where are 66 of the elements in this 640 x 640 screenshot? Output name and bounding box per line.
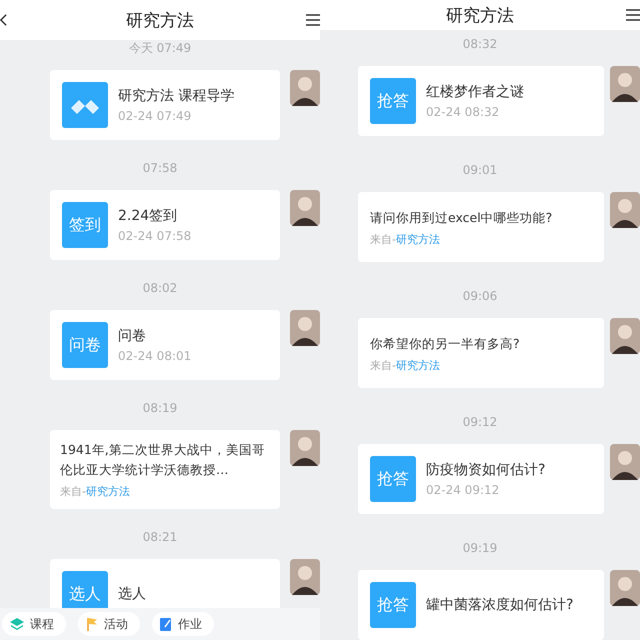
activity-date: 02-24 07:58: [118, 229, 192, 243]
activity-card[interactable]: 抢答 红楼梦作者之谜 02-24 08:32: [358, 66, 604, 136]
activity-title: 罐中菌落浓度如何估计?: [426, 596, 574, 614]
activity-card[interactable]: 问卷 问卷 02-24 08:01: [50, 310, 280, 380]
tab-button[interactable]: 活动: [78, 612, 140, 636]
activity-card[interactable]: 选人 选人: [50, 559, 280, 608]
activity-title: 研究方法 课程导学: [118, 87, 234, 105]
activity-badge: 选人: [62, 571, 108, 608]
avatar-silhouette-icon: [610, 444, 640, 480]
avatar-silhouette-icon: [610, 66, 640, 102]
stack-icon: [10, 618, 24, 630]
activity-card[interactable]: 研究方法 课程导学 02-24 07:49: [50, 70, 280, 140]
activity-badge: 抢答: [370, 78, 416, 124]
menu-icon[interactable]: [626, 9, 640, 21]
activity-badge: 签到: [62, 202, 108, 248]
message-card[interactable]: 1941年,第二次世界大战中，美国哥伦比亚大学统计学沃德教授… 来自-研究方法: [50, 430, 280, 509]
avatar-silhouette-icon: [290, 190, 320, 226]
avatar-silhouette-icon: [610, 318, 640, 354]
tab-button[interactable]: 课程: [2, 612, 66, 636]
source-label: 来自-: [60, 484, 86, 499]
avatar-silhouette-icon: [290, 559, 320, 595]
activity-title: 2.24签到: [118, 207, 178, 225]
avatar-silhouette-icon: [290, 70, 320, 106]
activity-card[interactable]: 抢答 防疫物资如何估计? 02-24 09:12: [358, 444, 604, 514]
timestamp: 09:06: [462, 288, 498, 304]
menu-icon[interactable]: [306, 14, 320, 26]
activity-badge: 抢答: [370, 582, 416, 628]
message-text: 请问你用到过excel中哪些功能?: [370, 208, 552, 226]
edit-icon: [160, 617, 172, 631]
timestamp: 09:12: [462, 414, 498, 430]
tab-button[interactable]: 作业: [152, 612, 214, 636]
activity-badge: 抢答: [370, 456, 416, 502]
message-text: 1941年,第二次世界大战中，美国哥伦比亚大学统计学沃德教授…: [60, 441, 266, 479]
timestamp: 08:32: [462, 36, 498, 52]
course-logo-icon: [62, 82, 108, 128]
message-text: 你希望你的另一半有多高?: [370, 334, 520, 352]
activity-date: 02-24 08:32: [426, 105, 500, 119]
back-icon[interactable]: [0, 13, 7, 27]
activity-date: 02-24 09:12: [426, 483, 500, 497]
flag-icon: [86, 617, 98, 631]
timestamp: 今天 07:49: [128, 40, 192, 56]
timestamp: 08:21: [142, 529, 178, 545]
timestamp: 09:19: [462, 540, 498, 556]
activity-title: 防疫物资如何估计?: [426, 461, 546, 479]
activity-card[interactable]: 抢答 罐中菌落浓度如何估计?: [358, 570, 604, 640]
source-label: 来自-: [370, 358, 396, 372]
timestamp: 07:58: [142, 160, 178, 176]
activity-title: 问卷: [118, 327, 147, 345]
source-label: 来自-: [370, 232, 396, 246]
avatar-silhouette-icon: [610, 192, 640, 228]
message-card[interactable]: 请问你用到过excel中哪些功能? 来自-研究方法: [358, 192, 604, 262]
activity-title: 选人: [118, 585, 146, 603]
avatar-silhouette-icon: [610, 570, 640, 606]
timestamp: 08:19: [142, 400, 178, 416]
activity-date: 02-24 08:01: [118, 349, 192, 363]
timestamp: 09:01: [462, 162, 498, 178]
page-title: 研究方法: [126, 10, 194, 32]
message-card[interactable]: 你希望你的另一半有多高? 来自-研究方法: [358, 318, 604, 388]
avatar-silhouette-icon: [290, 310, 320, 346]
activity-badge: 问卷: [62, 322, 108, 368]
avatar-silhouette-icon: [290, 430, 320, 466]
activity-card[interactable]: 签到 2.24签到 02-24 07:58: [50, 190, 280, 260]
page-title: 研究方法: [446, 4, 514, 26]
activity-date: 02-24 07:49: [118, 109, 192, 123]
activity-title: 红楼梦作者之谜: [426, 83, 524, 101]
timestamp: 08:02: [142, 280, 178, 296]
